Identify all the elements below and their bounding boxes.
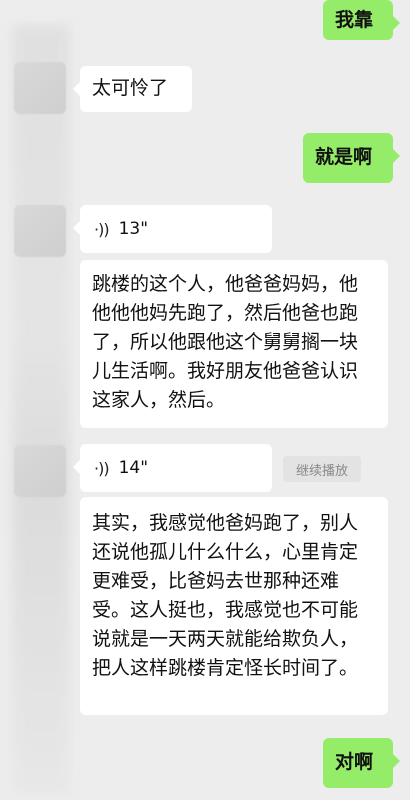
voice-message[interactable]: ·)) 13" [73,205,272,253]
sent-message[interactable]: 就是啊 [303,133,400,183]
message-text: 就是啊 [315,146,373,168]
message-text: 我靠 [335,9,374,31]
continue-play-button[interactable]: 继续播放 [283,456,361,482]
sent-message[interactable]: 我靠 [323,0,400,40]
message-text: 对啊 [335,751,374,773]
voice-transcript: 其实，我感觉他爸妈跑了，别人还说他孤儿什么什么，心里肯定更难受，比爸妈去世那种还… [80,497,388,715]
blurred-avatar-column [12,25,70,795]
voice-transcript: 跳楼的这个人，他爸爸妈妈，他他他他妈先跑了，然后他爸也跑了，所以他跟他这个舅舅搁… [80,260,388,428]
voice-wave-icon: ·)) [94,219,110,239]
avatar[interactable] [14,62,66,114]
voice-duration: 14" [118,457,149,478]
avatar[interactable] [14,445,66,497]
received-message[interactable]: 太可怜了 [73,66,192,112]
message-text: 太可怜了 [92,77,169,99]
voice-message[interactable]: ·)) 14" [73,444,272,492]
avatar[interactable] [14,205,66,257]
voice-duration: 13" [118,218,149,239]
sent-message[interactable]: 对啊 [323,738,400,788]
transcript-text: 其实，我感觉他爸妈跑了，别人还说他孤儿什么什么，心里肯定更难受，比爸妈去世那种还… [92,512,359,679]
voice-wave-icon: ·)) [94,458,110,478]
transcript-text: 跳楼的这个人，他爸爸妈妈，他他他他妈先跑了，然后他爸也跑了，所以他跟他这个舅舅搁… [92,273,359,411]
